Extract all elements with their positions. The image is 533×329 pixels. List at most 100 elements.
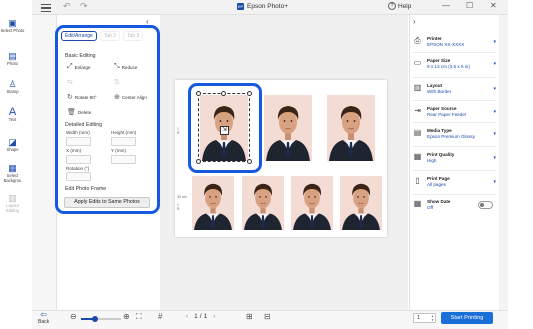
move-cursor-icon: ⇲ (220, 126, 229, 135)
rail-item-shape[interactable]: ◪ Shape (0, 137, 25, 153)
edit-photo-frame-heading: Edit Photo Frame (65, 186, 107, 192)
setting-value: EPSON XX-XXXX (427, 41, 465, 47)
setting-media-type[interactable]: ▤ Media Type Epson Premium Glossy ▾ (412, 128, 498, 139)
setting-value: Off (427, 204, 434, 210)
enlarge-label: Enlarge (74, 64, 91, 70)
zoom-in-icon[interactable]: ⊕ (123, 312, 130, 321)
chevron-down-icon: ▾ (493, 179, 496, 185)
setting-print-page[interactable]: ▯ Print Page All pages ▾ (412, 176, 498, 187)
resize-handle[interactable] (247, 91, 252, 96)
paper-source-icon: ⇥ (414, 106, 421, 115)
id-photo[interactable] (192, 176, 234, 230)
setting-paper-source[interactable]: ⇥ Paper Source Rear Paper Feeder ▾ (412, 106, 498, 117)
setting-value: Rear Paper Feeder (427, 111, 467, 117)
rail-item-select-photo[interactable]: ▣ Select Photo (0, 18, 25, 34)
tab-edit-arrange[interactable]: Edit/Arrange (61, 31, 97, 41)
maximize-icon[interactable]: ☐ (466, 1, 473, 10)
chevron-down-icon: ▾ (493, 39, 496, 45)
close-icon[interactable]: ✕ (490, 1, 497, 10)
id-photo[interactable] (291, 176, 333, 230)
image-icon: ▣ (8, 18, 17, 28)
reduce-button[interactable]: ⤡ Reduce (114, 63, 137, 71)
resize-handle[interactable] (196, 91, 201, 96)
id-photo[interactable] (340, 176, 382, 230)
id-photo[interactable] (264, 95, 312, 161)
help-icon: ? (388, 2, 396, 10)
chevron-down-icon: ▾ (493, 61, 496, 67)
rail-item-label: Select Backgrou (3, 173, 22, 183)
rotation-field[interactable] (66, 172, 91, 181)
rail-item-layout-editing[interactable]: ▥ Layout Editing (0, 193, 25, 213)
rail-item-photo[interactable]: ▤ Photo (0, 51, 25, 67)
print-page-icon: ▯ (415, 176, 420, 185)
rotate-button[interactable]: ↻ Rotate 90° (67, 93, 97, 101)
center-align-button[interactable]: ⊕ Center Align (114, 93, 147, 101)
detailed-editing-heading: Detailed Editing (65, 122, 103, 128)
minimize-icon[interactable]: — (442, 1, 450, 10)
setting-print-quality[interactable]: ▦ Print Quality High ▾ (412, 152, 498, 163)
rail-item-text[interactable]: A Text (0, 107, 25, 123)
x-field[interactable] (66, 155, 91, 164)
undo-icon[interactable]: ↶ (63, 1, 71, 12)
delete-page-icon[interactable]: ⊟ (264, 312, 271, 321)
setting-printer[interactable]: ⎙ Printer EPSON XX-XXXX ▾ (412, 36, 498, 47)
page-navigator: ‹ 1 / 1 › (186, 313, 215, 320)
ruler-label-bottom: 30 cm 1 R (177, 195, 187, 211)
id-photo[interactable] (327, 95, 375, 161)
next-page-icon[interactable]: › (213, 313, 215, 320)
flip-horizontal-icon: ⇆ (67, 79, 73, 86)
layout-icon: ▥ (413, 83, 422, 92)
setting-paper-size[interactable]: ▭ Paper Size 9 x 13 cm (3.5 x 5 in) ▾ (412, 58, 498, 69)
start-printing-button[interactable]: Start Printing (441, 312, 493, 324)
x-label: X (mm) (66, 148, 82, 153)
apply-edits-button[interactable]: Apply Edits to Same Photos (64, 197, 150, 208)
text-icon: A (8, 106, 17, 118)
zoom-slider-knob[interactable] (92, 315, 98, 322)
expand-panel-icon[interactable]: › (413, 17, 416, 26)
rail-item-label: Layout Editing (6, 203, 19, 213)
show-date-toggle[interactable] (478, 201, 493, 209)
tab-2[interactable]: Tab 2 (99, 31, 121, 41)
rail-item-stamp[interactable]: ♙ Stamp (0, 79, 25, 95)
back-button[interactable]: ⇦ Back (38, 311, 49, 326)
stepper-arrows-icon[interactable]: ▲ ▼ (431, 314, 434, 322)
setting-value: With Border (427, 88, 452, 94)
resize-handle[interactable] (247, 159, 252, 164)
rotate-label: Rotate 90° (74, 94, 97, 100)
delete-button[interactable]: 🗑 Delete (67, 108, 91, 116)
edit-tabs: Edit/Arrange Tab 2 Tab 3 (61, 31, 144, 41)
enlarge-button[interactable]: ⤢ Enlarge (67, 63, 90, 71)
fit-screen-icon[interactable]: ⛶ (136, 312, 142, 322)
height-field[interactable] (111, 137, 136, 146)
settings-scrollbar[interactable] (499, 15, 508, 310)
zoom-out-icon[interactable]: ⊖ (70, 312, 77, 321)
prev-page-icon[interactable]: ‹ (186, 313, 188, 320)
flip-vertical-button[interactable]: ⇅ (114, 78, 120, 86)
help-button[interactable]: ? Help (388, 2, 411, 10)
collapse-panel-icon[interactable]: ‹ (146, 17, 149, 26)
width-label: Width (mm) (66, 130, 90, 135)
chevron-down-icon: ▾ (493, 131, 496, 137)
app-title-text: Epson Photo+ (247, 3, 289, 10)
tab-3[interactable]: Tab 3 (123, 31, 144, 41)
width-field[interactable] (66, 137, 91, 146)
rotate-icon: ↻ (67, 94, 73, 101)
divider (412, 170, 496, 171)
id-photo[interactable] (242, 176, 284, 230)
add-page-icon[interactable]: ⊞ (246, 312, 253, 321)
zoom-slider[interactable] (81, 315, 121, 322)
grid-icon[interactable]: # (158, 312, 162, 321)
resize-handle[interactable] (196, 159, 201, 164)
setting-layout[interactable]: ▥ Layout With Border ▾ (412, 83, 498, 94)
divider (412, 122, 496, 123)
hamburger-icon[interactable] (41, 2, 51, 12)
calendar-icon: ▦ (413, 199, 422, 208)
rotate-handle[interactable] (221, 91, 226, 96)
page-total: 1 (203, 313, 208, 320)
copies-stepper[interactable]: 1 ▲ ▼ (413, 313, 436, 323)
y-field[interactable] (111, 155, 136, 164)
redo-icon[interactable]: ↷ (80, 1, 88, 12)
flip-horizontal-button[interactable]: ⇆ (67, 78, 73, 86)
page-separator: / (199, 313, 202, 320)
rail-item-background[interactable]: ▦ Select Backgrou (0, 163, 25, 183)
